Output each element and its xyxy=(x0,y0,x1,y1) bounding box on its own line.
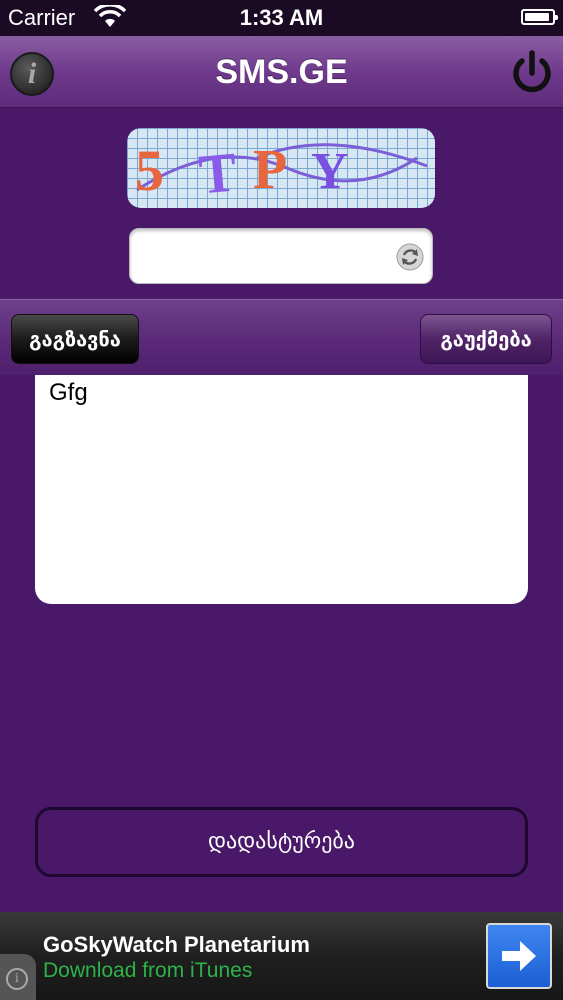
nav-bar: i SMS.GE xyxy=(0,36,563,108)
ad-banner[interactable]: GoSkyWatch Planetarium Download from iTu… xyxy=(0,912,563,1000)
captcha-image: 5 T P Y xyxy=(127,128,435,208)
cancel-button[interactable]: გაუქმება xyxy=(420,314,552,364)
message-textarea[interactable]: Gfg xyxy=(35,375,528,604)
battery-icon xyxy=(521,9,558,25)
ad-arrow-button[interactable] xyxy=(486,923,552,989)
captcha-input[interactable] xyxy=(140,237,380,275)
power-icon[interactable] xyxy=(507,48,557,98)
app-title: SMS.GE xyxy=(215,53,348,91)
send-button[interactable]: გაგზავნა xyxy=(11,314,139,364)
status-bar: Carrier 1:33 AM xyxy=(0,0,563,36)
svg-text:5: 5 xyxy=(135,138,164,203)
message-text: Gfg xyxy=(49,379,88,406)
refresh-icon[interactable] xyxy=(396,243,424,271)
toolbar: გაგზავნა გაუქმება xyxy=(0,299,563,375)
arrow-right-icon xyxy=(502,941,536,971)
status-time: 1:33 AM xyxy=(239,5,324,30)
ad-subtitle: Download from iTunes xyxy=(43,959,253,982)
svg-text:T: T xyxy=(196,141,239,206)
confirm-button[interactable]: დადასტურება xyxy=(35,807,528,877)
svg-text:P: P xyxy=(253,139,287,201)
ad-info-button[interactable]: i xyxy=(0,954,36,1000)
ad-title: GoSkyWatch Planetarium xyxy=(43,932,310,957)
captcha-field[interactable] xyxy=(129,228,433,284)
svg-text:Y: Y xyxy=(311,143,349,200)
info-icon: i xyxy=(6,968,28,990)
